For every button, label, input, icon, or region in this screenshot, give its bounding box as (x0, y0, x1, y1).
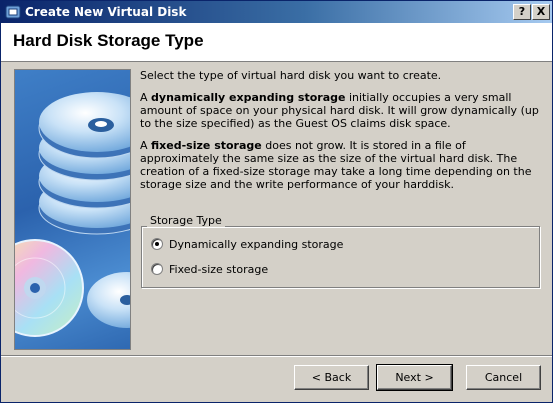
description-area: Select the type of virtual hard disk you… (140, 69, 545, 200)
fixed-storage-option[interactable]: Fixed-size storage (151, 262, 268, 276)
storage-type-group (141, 226, 540, 288)
back-button[interactable]: < Back (294, 365, 369, 390)
dynamic-option-label[interactable]: Dynamically expanding storage (169, 238, 343, 251)
window-title: Create New Virtual Disk (25, 5, 187, 19)
fixed-description: A fixed-size storage does not grow. It i… (140, 139, 545, 191)
dynamic-radio[interactable] (151, 238, 163, 250)
page-title: Hard Disk Storage Type (13, 31, 204, 50)
fixed-radio[interactable] (151, 263, 163, 275)
dynamic-description: A dynamically expanding storage initiall… (140, 91, 545, 130)
fixed-prefix: A (140, 139, 152, 152)
wizard-header: Hard Disk Storage Type (1, 23, 552, 62)
storage-type-legend: Storage Type (147, 214, 225, 227)
title-bar[interactable]: Create New Virtual Disk ? X (1, 1, 552, 23)
fixed-option-label[interactable]: Fixed-size storage (169, 263, 268, 276)
disk-stack-illustration (14, 69, 131, 350)
close-button[interactable]: X (532, 4, 550, 20)
next-button[interactable]: Next > (376, 364, 453, 391)
disk-stack-graphic (15, 92, 130, 337)
dynamic-storage-option[interactable]: Dynamically expanding storage (151, 237, 343, 251)
intro-text: Select the type of virtual hard disk you… (140, 69, 442, 82)
dynamic-term: dynamically expanding storage (151, 91, 346, 104)
help-button[interactable]: ? (513, 4, 531, 20)
dynamic-prefix: A (140, 91, 152, 104)
button-separator (1, 355, 552, 357)
fixed-term: fixed-size storage (151, 139, 262, 152)
cancel-button[interactable]: Cancel (466, 365, 541, 390)
dialog-window: Create New Virtual Disk ? X Hard Disk St… (0, 0, 553, 403)
virtualbox-icon (5, 5, 21, 19)
